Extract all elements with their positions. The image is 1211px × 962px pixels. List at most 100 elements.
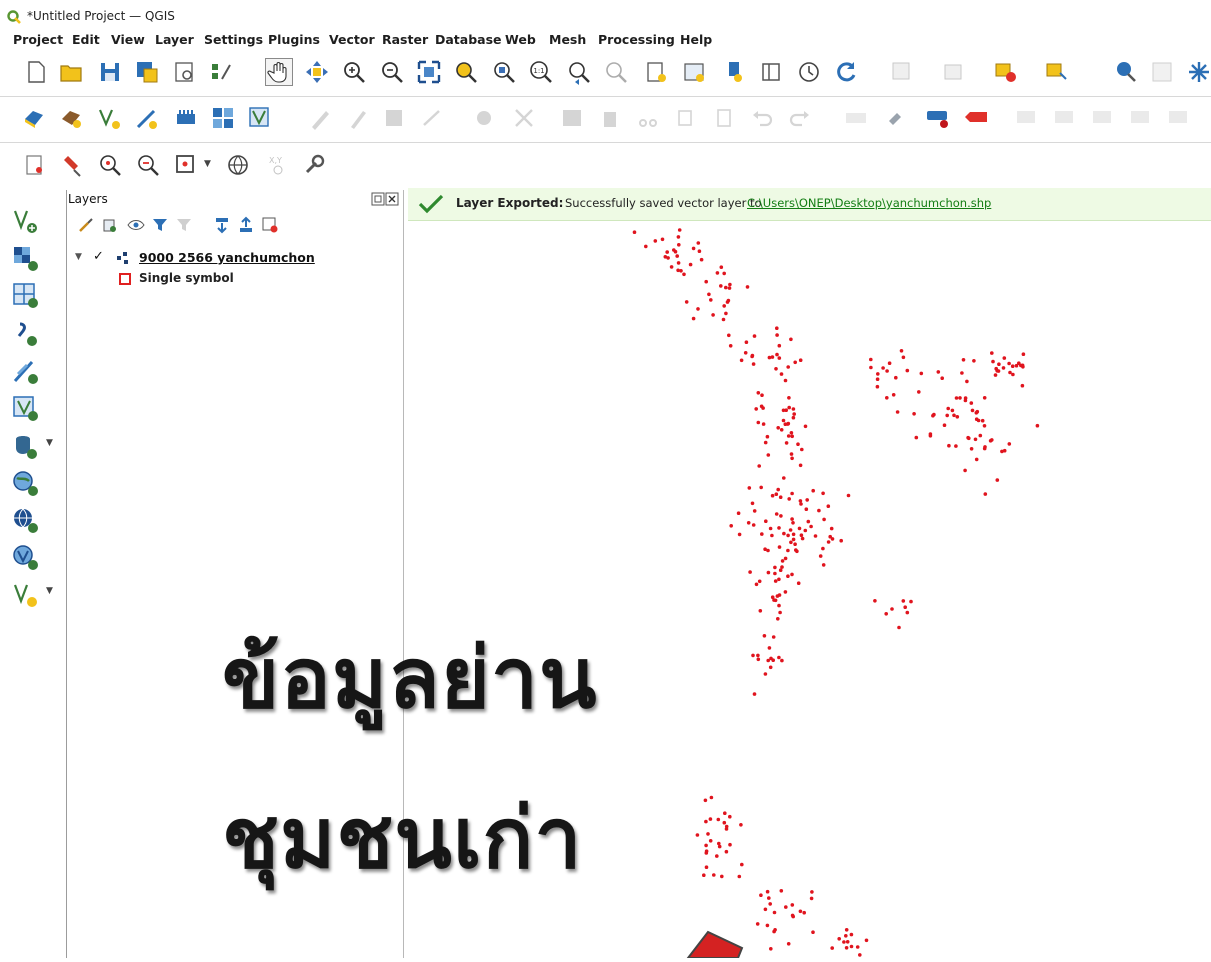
zoom-next-icon[interactable] [602, 58, 630, 86]
paste-icon[interactable] [710, 104, 738, 132]
select-rectangle-icon[interactable] [172, 151, 200, 179]
menu-edit[interactable]: Edit [72, 32, 100, 47]
pin-icon[interactable] [59, 151, 87, 179]
new-spatialite-icon[interactable] [246, 104, 274, 132]
open-attribute-table-icon[interactable] [992, 58, 1020, 86]
add-spatialite-icon[interactable] [8, 355, 42, 387]
add-group-icon[interactable] [101, 216, 121, 236]
identify-icon[interactable] [1112, 58, 1140, 86]
add-vector-tile-icon[interactable] [8, 578, 42, 610]
menu-view[interactable]: View [111, 32, 145, 47]
digitize-icon[interactable] [133, 104, 161, 132]
layer-visibility-checkbox[interactable]: ✓ [93, 250, 107, 264]
undo-icon[interactable] [748, 104, 776, 132]
layer-name[interactable]: 9000 2566 yanchumchon [139, 250, 315, 265]
label-properties-icon[interactable] [1126, 104, 1154, 132]
menu-help[interactable]: Help [680, 32, 712, 47]
measure-icon[interactable] [1043, 58, 1071, 86]
exported-file-link[interactable]: C:\Users\ONEP\Desktop\yanchumchon.shp [747, 196, 991, 210]
panel-float-close-icon[interactable] [371, 192, 399, 206]
layer-styling-icon[interactable] [77, 216, 97, 236]
pin-labels-icon[interactable] [880, 104, 908, 132]
save-project-icon[interactable] [96, 58, 124, 86]
menu-settings[interactable]: Settings [204, 32, 263, 47]
new-map-view-icon[interactable] [720, 58, 748, 86]
add-raster-layer-icon[interactable] [8, 242, 42, 274]
pan-to-selection-icon[interactable] [303, 58, 331, 86]
add-virtual-layer-icon[interactable] [8, 392, 42, 424]
cut-icon[interactable] [634, 104, 662, 132]
georeferencer-icon[interactable] [22, 151, 50, 179]
data-source-manager-icon[interactable] [20, 104, 48, 132]
chevron-down-icon[interactable]: ▼ [46, 586, 53, 596]
zoom-pan-icon[interactable] [134, 151, 162, 179]
menu-project[interactable]: Project [13, 32, 63, 47]
save-edits-icon[interactable] [380, 104, 408, 132]
menu-vector[interactable]: Vector [329, 32, 375, 47]
statistics-icon[interactable] [1148, 58, 1176, 86]
move-label-icon[interactable] [1012, 104, 1040, 132]
new-geopackage-icon[interactable] [57, 104, 85, 132]
toggle-editing-icon[interactable] [306, 104, 334, 132]
pan-icon[interactable] [265, 58, 293, 86]
label-toolbar-icon[interactable] [842, 104, 870, 132]
remove-layer-icon[interactable] [261, 216, 281, 236]
menu-plugins[interactable]: Plugins [268, 32, 320, 47]
rotate-label-icon[interactable] [1050, 104, 1078, 132]
zoom-native-icon[interactable]: 1:1 [527, 58, 555, 86]
globe-icon[interactable] [224, 151, 252, 179]
delete-icon[interactable] [596, 104, 624, 132]
label-history-icon[interactable] [1164, 104, 1192, 132]
menu-raster[interactable]: Raster [382, 32, 428, 47]
show-bookmarks-icon[interactable] [680, 58, 708, 86]
settings-wrench-icon[interactable] [300, 151, 328, 179]
menu-database[interactable]: Database [435, 32, 502, 47]
zoom-full-icon[interactable] [415, 58, 443, 86]
zoom-search-icon[interactable] [96, 151, 124, 179]
delete-selected-icon[interactable] [510, 104, 538, 132]
temporal-controller-icon[interactable] [757, 58, 785, 86]
new-temporary-layer-icon[interactable] [172, 104, 200, 132]
new-bookmark-icon[interactable] [642, 58, 670, 86]
change-label-icon[interactable] [1088, 104, 1116, 132]
temporal-clock-icon[interactable] [795, 58, 823, 86]
print-layout-icon[interactable] [170, 58, 198, 86]
menu-layer[interactable]: Layer [155, 32, 194, 47]
collapse-all-icon[interactable] [237, 216, 257, 236]
expand-all-icon[interactable] [213, 216, 233, 236]
add-wms-icon[interactable] [8, 467, 42, 499]
menu-processing[interactable]: Processing [598, 32, 675, 47]
zoom-to-layer-icon[interactable] [490, 58, 518, 86]
add-delimited-text-icon[interactable] [8, 317, 42, 349]
add-vector-layer-icon[interactable] [8, 204, 42, 236]
deselect-icon[interactable] [940, 58, 968, 86]
new-virtual-layer-icon[interactable] [209, 104, 237, 132]
new-project-icon[interactable] [22, 58, 50, 86]
coordinate-capture-icon[interactable]: X,Y [264, 151, 292, 179]
attribute-edit-icon[interactable] [558, 104, 586, 132]
show-labels-icon[interactable] [924, 104, 952, 132]
add-wfs-icon[interactable] [8, 504, 42, 536]
save-as-icon[interactable] [133, 58, 161, 86]
zoom-last-icon[interactable] [565, 58, 593, 86]
add-feature-icon[interactable] [418, 104, 446, 132]
filter-expression-icon[interactable] [175, 216, 195, 236]
zoom-in-icon[interactable] [340, 58, 368, 86]
select-features-icon[interactable] [888, 58, 916, 86]
chevron-down-icon[interactable]: ▼ [204, 159, 211, 169]
chevron-down-icon[interactable]: ▼ [46, 438, 53, 448]
zoom-out-icon[interactable] [378, 58, 406, 86]
layout-manager-icon[interactable] [207, 58, 235, 86]
redo-icon[interactable] [786, 104, 814, 132]
copy-icon[interactable] [672, 104, 700, 132]
open-project-icon[interactable] [57, 58, 85, 86]
filter-legend-icon[interactable] [151, 216, 171, 236]
menu-web[interactable]: Web [505, 32, 536, 47]
menu-mesh[interactable]: Mesh [549, 32, 586, 47]
expand-arrow-icon[interactable]: ▼ [75, 252, 82, 262]
manage-visibility-icon[interactable] [127, 216, 147, 236]
highlight-labels-icon[interactable] [962, 104, 990, 132]
add-mesh-layer-icon[interactable] [8, 279, 42, 311]
vertex-tool-icon[interactable] [470, 104, 498, 132]
current-edits-icon[interactable] [344, 104, 372, 132]
